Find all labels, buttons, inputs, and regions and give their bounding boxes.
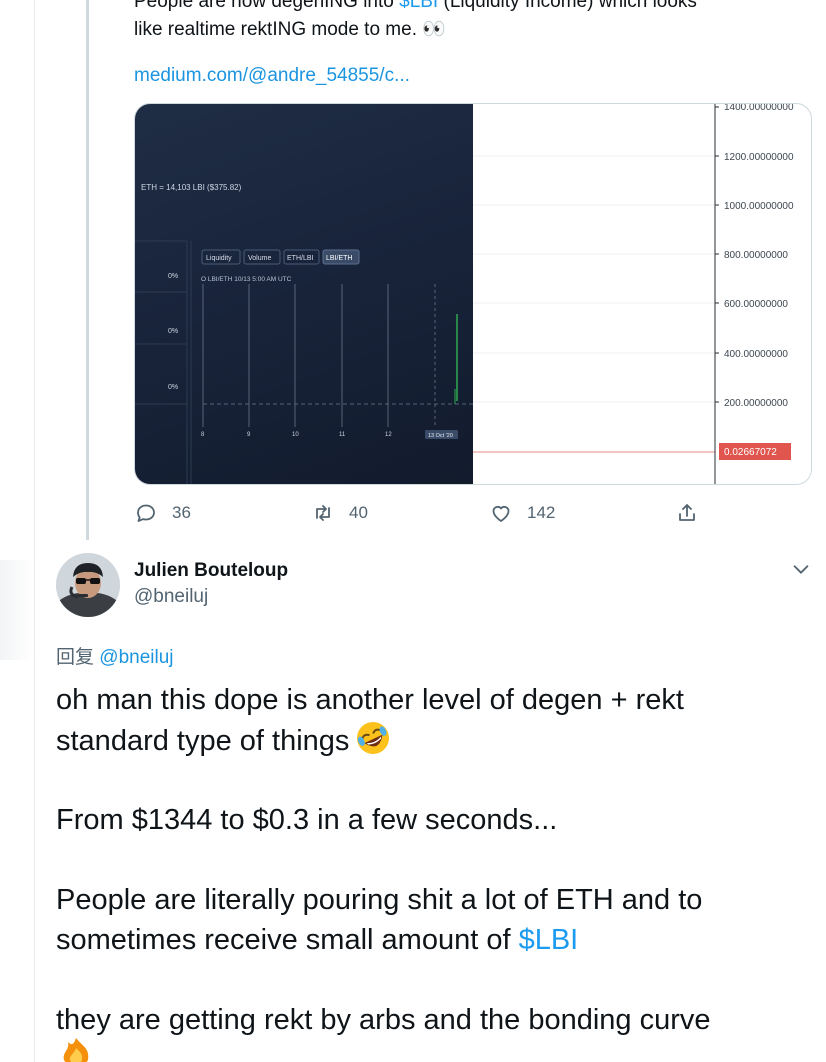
svg-text:0.02667072: 0.02667072 <box>724 447 777 458</box>
fire-emoji-icon <box>63 1038 89 1062</box>
svg-text:800.00000000: 800.00000000 <box>724 250 788 261</box>
share-button[interactable] <box>675 497 699 529</box>
svg-text:11: 11 <box>339 432 346 438</box>
svg-text:1400.00000000: 1400.00000000 <box>724 104 794 113</box>
tab-lbi-eth[interactable]: LBI/ETH <box>326 255 352 262</box>
ohlc-label: O LBI/ETH 10/13 5:00 AM UTC <box>201 276 292 283</box>
tweet-actions: 36 40 142 <box>134 497 714 529</box>
thread-line <box>86 0 89 540</box>
retweet-count: 40 <box>349 503 368 522</box>
tab-eth-lbi[interactable]: ETH/LBI <box>287 255 314 262</box>
timeline-left-border <box>34 0 35 1062</box>
article-link[interactable]: medium.com/@andre_54855/c... <box>134 65 410 87</box>
tweet-text-line-3: From $1344 to $0.3 in a few seconds... <box>56 804 558 836</box>
like-count: 142 <box>527 503 556 522</box>
percent-label-3: 0% <box>168 384 178 391</box>
light-gridlines <box>473 155 715 403</box>
svg-text:1200.00000000: 1200.00000000 <box>724 152 794 163</box>
tweet-text-line-6: they are getting rekt by arbs and the bo… <box>56 1004 711 1036</box>
date-tag: 13 Oct '20 <box>428 433 453 439</box>
retweet-icon <box>316 505 330 521</box>
tweet-media-image[interactable]: ETH = 14,103 LBI ($375.82) 0% 0% 0% Liqu… <box>134 103 812 485</box>
avatar-image <box>56 553 120 617</box>
percent-label-2: 0% <box>168 328 178 335</box>
like-button[interactable]: 142 <box>489 497 555 529</box>
cashtag-lbi[interactable]: $LBI <box>399 0 438 12</box>
svg-text:10: 10 <box>292 432 299 438</box>
svg-text:600.00000000: 600.00000000 <box>724 299 788 310</box>
tweet-text-line-2: standard type of things <box>56 720 816 761</box>
tweet-text-line-5: sometimes receive small amount of $LBI <box>56 924 579 956</box>
price-axis-ticks: 1400.00000000 1200.00000000 1000.0000000… <box>715 104 794 409</box>
chart-tabs: Liquidity Volume ETH/LBI LBI/ETH <box>201 249 360 265</box>
author-name[interactable]: Julien Bouteloup <box>134 560 288 582</box>
eth-lbi-label: ETH = 14,103 LBI ($375.82) <box>141 183 242 192</box>
svg-text:9: 9 <box>247 432 251 438</box>
rolling-laughing-emoji-icon <box>357 722 390 754</box>
svg-text:12: 12 <box>385 432 392 438</box>
replying-to: 回复 @bneiluj <box>56 647 174 668</box>
svg-text:200.00000000: 200.00000000 <box>724 398 788 409</box>
tab-liquidity[interactable]: Liquidity <box>206 255 232 262</box>
chevron-down-icon[interactable] <box>790 558 812 580</box>
tweet-text-line-1: oh man this dope is another level of deg… <box>56 684 684 716</box>
quoted-tweet-text: People are now degenING into $LBI (Liqui… <box>134 0 794 44</box>
left-panel-edge <box>0 560 34 660</box>
reply-icon <box>137 504 155 522</box>
share-icon <box>679 504 695 521</box>
heart-icon <box>492 506 510 522</box>
svg-text:8: 8 <box>201 432 205 438</box>
tweet-text-line-4: People are literally pouring shit a lot … <box>56 884 703 916</box>
reply-button[interactable]: 36 <box>134 497 191 529</box>
author-handle[interactable]: @bneiluj <box>134 586 208 608</box>
retweet-button[interactable]: 40 <box>311 497 368 529</box>
reply-count: 36 <box>172 503 191 522</box>
x-axis-ticks: 8 9 10 11 12 <box>201 432 392 438</box>
avatar[interactable] <box>56 553 120 617</box>
cashtag-lbi-reply[interactable]: $LBI <box>519 924 579 956</box>
chart-gridlines <box>202 284 473 427</box>
tab-volume[interactable]: Volume <box>248 255 271 262</box>
svg-text:1000.00000000: 1000.00000000 <box>724 201 794 212</box>
percent-label-1: 0% <box>168 273 178 280</box>
reply-mention-link[interactable]: @bneiluj <box>99 647 173 668</box>
svg-text:400.00000000: 400.00000000 <box>724 349 788 360</box>
